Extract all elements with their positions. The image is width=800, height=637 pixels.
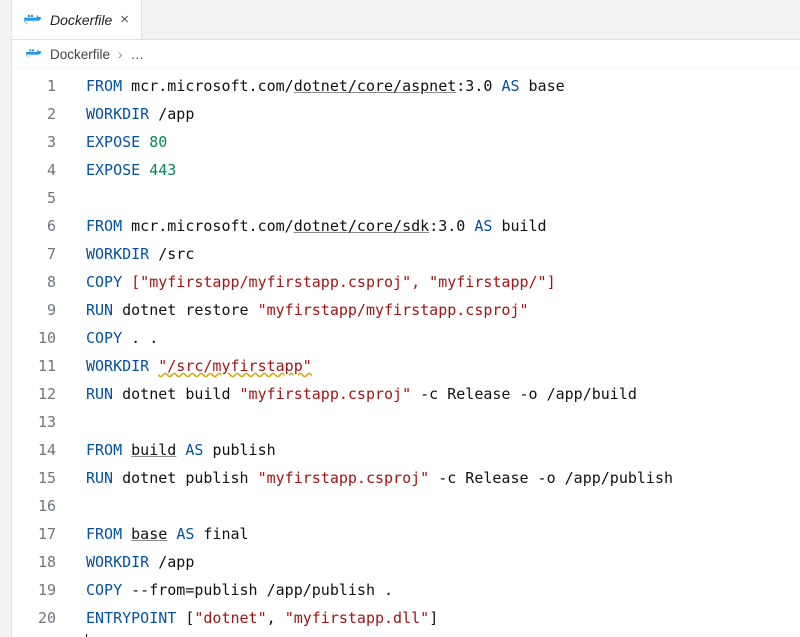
line-number: 13 <box>12 408 74 436</box>
code-editor[interactable]: 123456789101112131415161718192021 FROM m… <box>12 68 800 637</box>
breadcrumb-file[interactable]: Dockerfile <box>50 47 110 62</box>
line-number: 10 <box>12 324 74 352</box>
line-number: 16 <box>12 492 74 520</box>
code-line[interactable]: RUN dotnet publish "myfirstapp.csproj" -… <box>86 464 800 492</box>
code-line[interactable]: RUN dotnet restore "myfirstapp/myfirstap… <box>86 296 800 324</box>
close-icon[interactable]: × <box>120 11 129 28</box>
line-number: 9 <box>12 296 74 324</box>
breadcrumb[interactable]: Dockerfile › … <box>12 40 800 68</box>
line-number: 3 <box>12 128 74 156</box>
code-line[interactable]: WORKDIR "/src/myfirstapp" <box>86 352 800 380</box>
activitybar-edge <box>0 0 12 637</box>
line-number: 14 <box>12 436 74 464</box>
line-number: 15 <box>12 464 74 492</box>
line-number: 11 <box>12 352 74 380</box>
code-line[interactable]: WORKDIR /app <box>86 100 800 128</box>
code-line[interactable]: COPY . . <box>86 324 800 352</box>
code-line[interactable] <box>86 408 800 436</box>
code-line[interactable]: FROM mcr.microsoft.com/dotnet/core/aspne… <box>86 72 800 100</box>
line-number: 5 <box>12 184 74 212</box>
code-line[interactable]: EXPOSE 443 <box>86 156 800 184</box>
line-number: 20 <box>12 604 74 632</box>
breadcrumb-more[interactable]: … <box>131 47 145 62</box>
code-line[interactable]: COPY --from=publish /app/publish . <box>86 576 800 604</box>
line-number: 4 <box>12 156 74 184</box>
code-line[interactable]: WORKDIR /src <box>86 240 800 268</box>
line-number: 7 <box>12 240 74 268</box>
code-line[interactable]: RUN dotnet build "myfirstapp.csproj" -c … <box>86 380 800 408</box>
tab-label: Dockerfile <box>50 12 112 28</box>
code-line[interactable] <box>86 492 800 520</box>
code-line[interactable] <box>86 184 800 212</box>
chevron-right-icon: › <box>118 47 123 62</box>
code-line[interactable]: FROM mcr.microsoft.com/dotnet/core/sdk:3… <box>86 212 800 240</box>
code-line[interactable] <box>86 632 800 637</box>
line-number: 18 <box>12 548 74 576</box>
code-line[interactable]: FROM base AS final <box>86 520 800 548</box>
code-line[interactable]: COPY ["myfirstapp/myfirstapp.csproj", "m… <box>86 268 800 296</box>
line-number: 12 <box>12 380 74 408</box>
tab-bar: Dockerfile × <box>12 0 800 40</box>
code-area[interactable]: FROM mcr.microsoft.com/dotnet/core/aspne… <box>74 72 800 637</box>
line-number: 21 <box>12 632 74 637</box>
docker-icon <box>24 13 42 27</box>
code-line[interactable]: ENTRYPOINT ["dotnet", "myfirstapp.dll"] <box>86 604 800 632</box>
line-number: 8 <box>12 268 74 296</box>
tab-dockerfile[interactable]: Dockerfile × <box>12 0 142 39</box>
code-line[interactable]: EXPOSE 80 <box>86 128 800 156</box>
line-number: 1 <box>12 72 74 100</box>
line-number: 19 <box>12 576 74 604</box>
line-number: 6 <box>12 212 74 240</box>
code-line[interactable]: FROM build AS publish <box>86 436 800 464</box>
docker-icon <box>26 48 42 60</box>
line-number-gutter: 123456789101112131415161718192021 <box>12 72 74 637</box>
code-line[interactable]: WORKDIR /app <box>86 548 800 576</box>
line-number: 17 <box>12 520 74 548</box>
line-number: 2 <box>12 100 74 128</box>
